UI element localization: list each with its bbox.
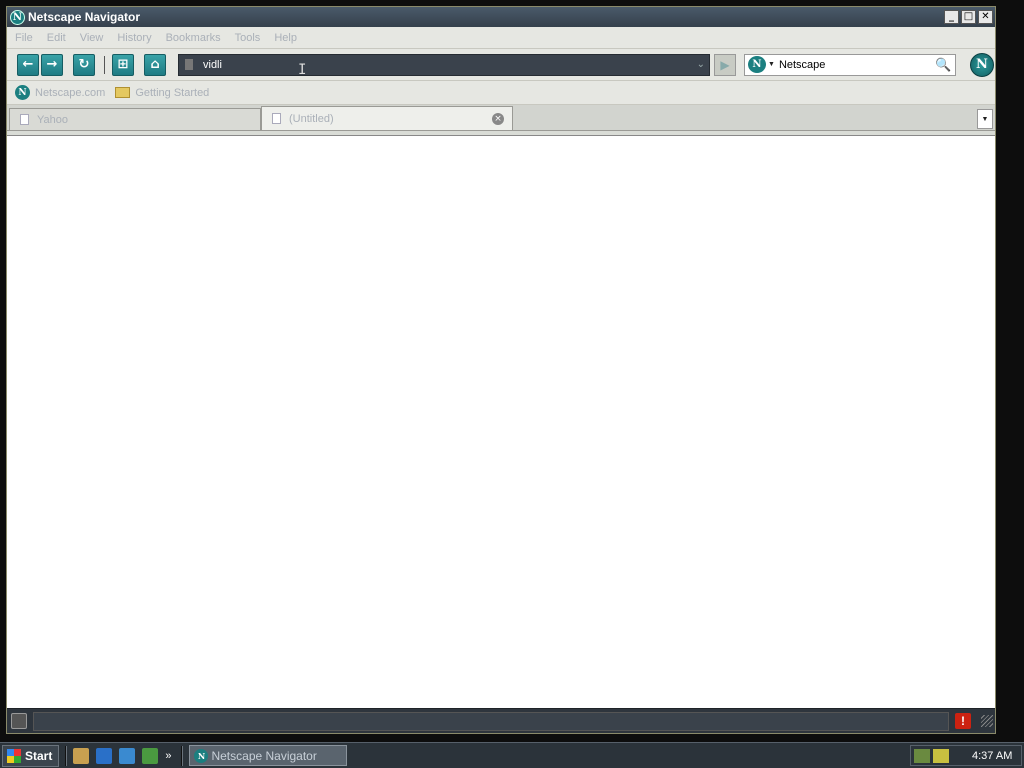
taskbar-separator bbox=[65, 745, 68, 766]
home-button[interactable]: ⌂ bbox=[144, 53, 166, 76]
system-tray: 4:37 AM bbox=[910, 745, 1022, 766]
menu-bookmarks[interactable]: Bookmarks bbox=[166, 32, 221, 44]
tray-app-icon[interactable] bbox=[933, 748, 949, 763]
bookmark-label: Netscape.com bbox=[35, 86, 106, 99]
bookmark-getting-started[interactable]: Getting Started bbox=[115, 87, 209, 99]
page-content-area[interactable] bbox=[7, 135, 995, 708]
window-controls: _ □ ✕ bbox=[944, 10, 993, 24]
menu-tools[interactable]: Tools bbox=[235, 32, 261, 44]
bookmark-netscape[interactable]: N Netscape.com bbox=[15, 85, 105, 100]
home-icon: ⌂ bbox=[150, 57, 160, 72]
browser-window: N Netscape Navigator _ □ ✕ File Edit Vie… bbox=[6, 6, 996, 734]
bookmarks-toolbar: N Netscape.com Getting Started bbox=[7, 81, 995, 105]
tab-label: Yahoo bbox=[37, 113, 68, 126]
search-engine-dropdown-icon[interactable]: ▼ bbox=[768, 61, 775, 68]
tab-bar: Yahoo (Untitled) × ▼ bbox=[7, 105, 995, 131]
start-button[interactable]: Start bbox=[2, 744, 60, 767]
alert-icon[interactable]: ! bbox=[955, 713, 971, 729]
tab-label: (Untitled) bbox=[289, 112, 334, 125]
bookmark-label: Getting Started bbox=[135, 86, 210, 99]
menu-history[interactable]: History bbox=[117, 32, 151, 44]
menu-bar: File Edit View History Bookmarks Tools H… bbox=[7, 27, 995, 49]
page-icon bbox=[185, 59, 193, 70]
show-desktop-icon[interactable] bbox=[73, 747, 90, 764]
back-button[interactable]: ← bbox=[17, 53, 39, 76]
toolbar-separator bbox=[104, 55, 105, 74]
page-icon bbox=[272, 113, 281, 124]
clock[interactable]: 4:37 AM bbox=[972, 750, 1012, 762]
throbber-netscape-icon[interactable]: N bbox=[970, 52, 994, 77]
new-tab-icon: ⊞ bbox=[117, 57, 129, 72]
page-icon bbox=[20, 114, 29, 125]
netscape-logo-icon: N bbox=[10, 9, 25, 25]
taskbar-button-netscape[interactable]: N Netscape Navigator bbox=[189, 745, 348, 766]
online-status-icon[interactable] bbox=[11, 713, 27, 729]
reload-icon: ↻ bbox=[78, 57, 90, 72]
close-button[interactable]: ✕ bbox=[978, 10, 993, 24]
new-tab-button[interactable]: ⊞ bbox=[112, 53, 134, 76]
forward-arrow-icon: → bbox=[46, 57, 58, 72]
tab-list-dropdown-icon[interactable]: ▼ bbox=[977, 109, 993, 129]
folder-icon bbox=[115, 87, 131, 98]
taskbar: Start » N Netscape Navigator 4:37 AM bbox=[0, 742, 1024, 768]
menu-edit[interactable]: Edit bbox=[47, 32, 66, 44]
tab-untitled[interactable]: (Untitled) × bbox=[261, 106, 513, 130]
url-bar[interactable]: ⌄ bbox=[178, 53, 710, 76]
menu-file[interactable]: File bbox=[15, 32, 33, 44]
title-bar[interactable]: N Netscape Navigator _ □ ✕ bbox=[7, 7, 995, 27]
internet-explorer-icon[interactable] bbox=[96, 747, 113, 764]
menu-view[interactable]: View bbox=[80, 32, 104, 44]
minimize-button[interactable]: _ bbox=[944, 10, 959, 24]
task-label: Netscape Navigator bbox=[211, 748, 317, 763]
url-history-dropdown-icon[interactable]: ⌄ bbox=[697, 59, 705, 70]
quicklaunch-more-icon[interactable]: » bbox=[165, 750, 171, 762]
tab-yahoo[interactable]: Yahoo bbox=[9, 108, 261, 130]
maximize-button[interactable]: □ bbox=[961, 10, 976, 24]
close-tab-icon[interactable]: × bbox=[492, 112, 504, 125]
windows-logo-icon bbox=[7, 748, 21, 763]
netscape-icon: N bbox=[194, 748, 209, 763]
forward-button[interactable]: → bbox=[41, 53, 63, 76]
status-bar: ! bbox=[7, 708, 995, 733]
search-input[interactable] bbox=[778, 58, 929, 71]
search-icon[interactable]: 🔍 bbox=[935, 57, 951, 73]
start-label: Start bbox=[25, 748, 53, 763]
window-title: Netscape Navigator bbox=[28, 10, 141, 24]
navigation-toolbar: ← → ↻ ⊞ ⌂ ⌄ ▶ N ▼ 🔍 N bbox=[7, 49, 995, 81]
status-text bbox=[33, 711, 949, 731]
go-button[interactable]: ▶ bbox=[714, 53, 736, 76]
taskbar-separator bbox=[181, 745, 184, 766]
text-cursor-icon: I bbox=[298, 62, 307, 78]
menu-help[interactable]: Help bbox=[274, 32, 297, 44]
go-arrow-icon: ▶ bbox=[720, 57, 730, 72]
search-engine-icon[interactable]: N bbox=[748, 56, 766, 73]
media-icon[interactable] bbox=[142, 747, 159, 764]
network-icon[interactable] bbox=[914, 748, 930, 763]
back-arrow-icon: ← bbox=[22, 57, 34, 72]
url-input[interactable] bbox=[203, 58, 683, 71]
netscape-icon: N bbox=[15, 85, 30, 100]
resize-grip[interactable] bbox=[981, 715, 993, 727]
search-bar[interactable]: N ▼ 🔍 bbox=[744, 53, 956, 76]
reload-button[interactable]: ↻ bbox=[73, 53, 95, 76]
outlook-express-icon[interactable] bbox=[119, 747, 136, 764]
